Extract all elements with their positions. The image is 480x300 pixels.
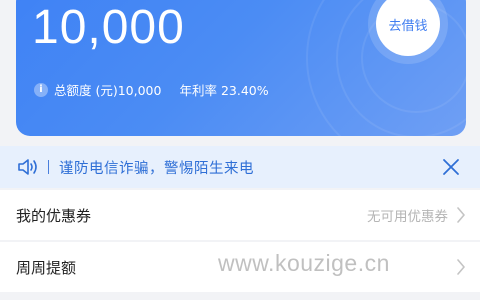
credit-card-panel: 10,000 去借钱 i 总额度 (元)10,000 年利率 23.40% [16,0,466,136]
card-info: i 总额度 (元)10,000 年利率 23.40% [34,80,269,99]
info-icon[interactable]: i [34,82,48,97]
chevron-right-icon [457,207,465,223]
watermark: www.kouzige.cn [218,250,390,276]
total-limit: 总额度 (元)10,000 [54,83,162,98]
coupon-label: 我的优惠券 [16,206,92,225]
coupon-value: 无可用优惠券 [367,209,448,225]
close-icon[interactable] [442,158,460,176]
annual-rate: 年利率 23.40% [179,83,269,98]
fraud-notice-bar: 谨防电信诈骗，警惕陌生来电 [0,146,480,188]
notice-divider [48,160,49,174]
speaker-icon [18,159,37,175]
available-amount: 10,000 [32,1,185,54]
chevron-right-icon [457,259,465,275]
weekly-limit-label: 周周提额 [16,258,77,277]
coupon-row[interactable]: 我的优惠券 无可用优惠券 [0,190,480,240]
notice-text: 谨防电信诈骗，警惕陌生来电 [59,160,254,177]
